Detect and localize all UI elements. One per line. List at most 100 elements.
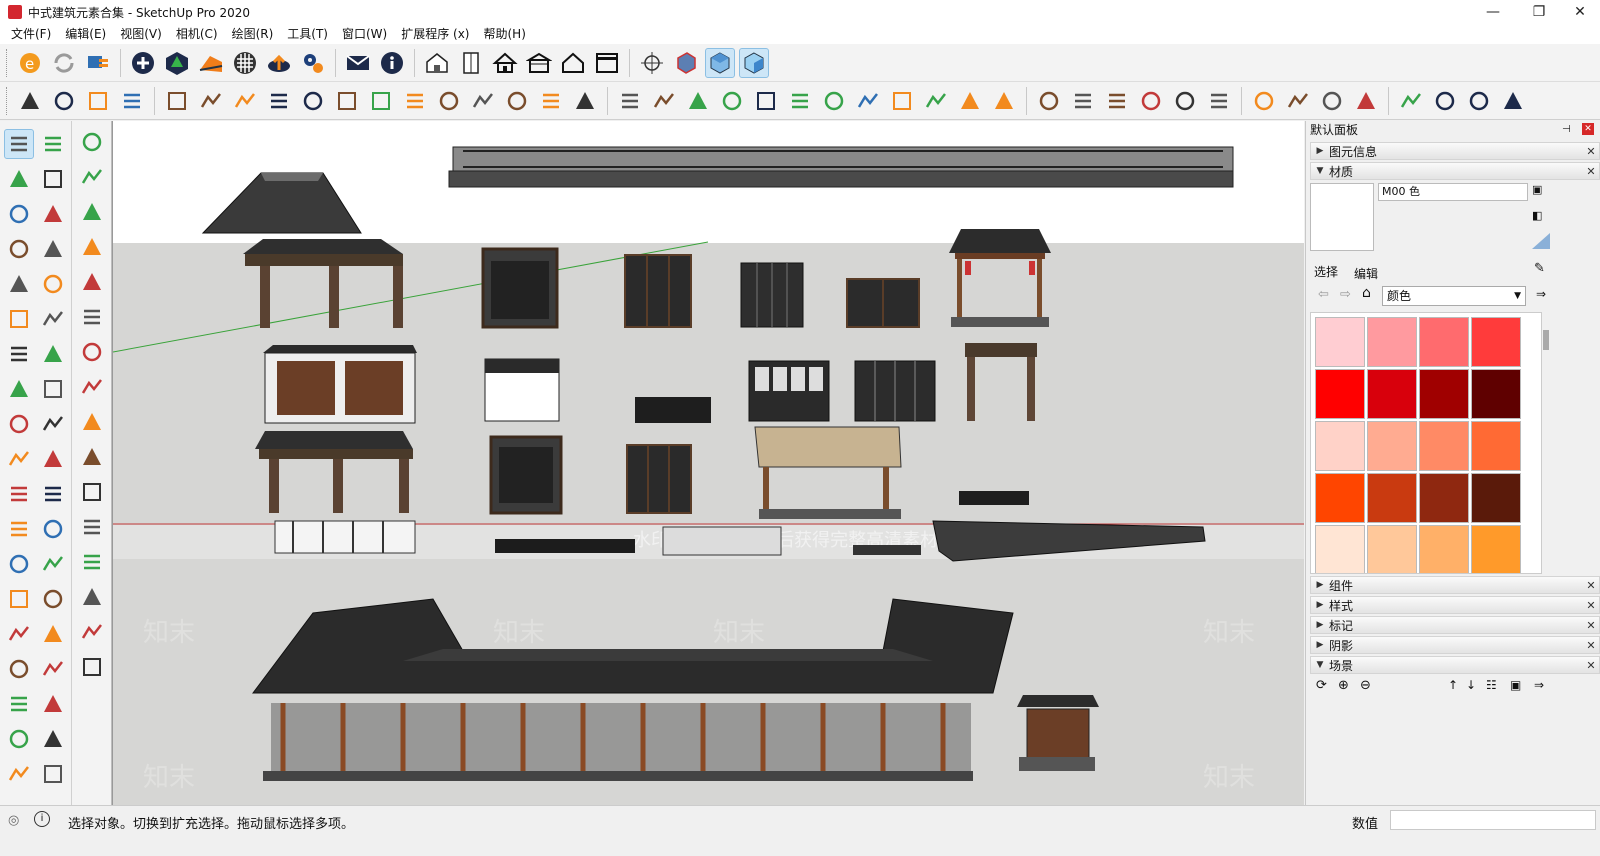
panel-close-icon[interactable]: ✕ [1583, 619, 1599, 632]
truss-icon[interactable] [163, 86, 191, 116]
comb-icon[interactable] [786, 86, 814, 116]
grid-table-icon[interactable] [1103, 86, 1131, 116]
arc2-icon[interactable] [38, 304, 68, 334]
model-door-panels-2[interactable] [626, 444, 692, 514]
panel-row[interactable]: ▶ 组件 ✕ [1310, 576, 1600, 594]
eyedropper-icon[interactable]: ✎ [1534, 261, 1545, 276]
menu-extensions[interactable]: 扩展程序 (x) [394, 24, 476, 44]
color-swatch[interactable] [1367, 317, 1417, 367]
panel-close-icon[interactable]: ✕ [1583, 639, 1599, 652]
settings-gears-icon[interactable] [298, 48, 328, 78]
dot-grid-icon[interactable] [888, 86, 916, 116]
geo-location-icon[interactable]: ◎ [8, 813, 19, 828]
tab-select[interactable]: 选择 [1314, 263, 1338, 280]
rectangle-icon[interactable] [4, 234, 34, 264]
env-glyph-icon[interactable] [1171, 86, 1199, 116]
color-swatch[interactable] [1419, 473, 1469, 523]
paint-fill-icon[interactable] [77, 232, 107, 262]
toolbar-grip[interactable] [6, 48, 9, 77]
slab-icon[interactable] [401, 86, 429, 116]
tray-close-icon[interactable]: ✕ [1582, 123, 1594, 135]
model-window-panels[interactable] [846, 278, 920, 328]
thumbnail-icon[interactable]: ▣ [1510, 678, 1521, 692]
menu-help[interactable]: 帮助(H) [476, 24, 532, 44]
move-up-icon[interactable]: ↑ [1448, 678, 1458, 692]
dimension-bracket-icon[interactable] [77, 162, 107, 192]
select-arrow-icon[interactable] [4, 129, 34, 159]
rotate-arrow-icon[interactable] [333, 86, 361, 116]
maximize-button[interactable]: ❐ [1516, 0, 1562, 24]
color-swatch[interactable] [1367, 525, 1417, 573]
book-icon[interactable] [922, 86, 950, 116]
layer-stack-icon[interactable] [571, 86, 599, 116]
texture-checker-icon[interactable] [230, 48, 260, 78]
ramp-icon[interactable] [84, 86, 112, 116]
network-icon[interactable] [1431, 86, 1459, 116]
bar-steps-icon[interactable] [118, 86, 146, 116]
swatch-scrollbar[interactable] [1542, 312, 1550, 574]
remove-scene-icon[interactable]: ⊖ [1360, 678, 1371, 693]
paint-bucket-icon[interactable] [4, 164, 34, 194]
flat-plane-icon[interactable] [469, 86, 497, 116]
door-icon[interactable] [456, 48, 486, 78]
palette-icon[interactable] [77, 617, 107, 647]
freehand-icon[interactable] [38, 199, 68, 229]
create-material-icon[interactable]: ▣ [1532, 183, 1548, 199]
collection-select[interactable]: 颜色 ▼ [1382, 286, 1526, 306]
roof-box-icon[interactable] [524, 48, 554, 78]
fit-frame-icon[interactable] [1397, 86, 1425, 116]
info-icon[interactable]: i [34, 811, 50, 827]
color-swatch[interactable] [1419, 369, 1469, 419]
tab-edit[interactable]: 编辑 [1354, 265, 1378, 282]
panel-row[interactable]: ▶ 标记 ✕ [1310, 616, 1600, 634]
compass-icon[interactable] [956, 86, 984, 116]
menu-file[interactable]: 文件(F) [4, 24, 58, 44]
frame-x-icon[interactable] [77, 512, 107, 542]
email-icon[interactable] [343, 48, 373, 78]
refresh-check-icon[interactable] [1465, 86, 1493, 116]
rotate-icon[interactable] [4, 409, 34, 439]
ruby-icon[interactable] [4, 759, 34, 789]
model-bench[interactable] [635, 397, 711, 423]
iso-view-icon[interactable] [705, 47, 735, 78]
color-swatch[interactable] [1367, 421, 1417, 471]
move-down-icon[interactable]: ↓ [1466, 678, 1476, 692]
arch-icon[interactable] [299, 86, 327, 116]
color-swatch[interactable] [1419, 317, 1469, 367]
send-to-layout-icon[interactable] [83, 48, 113, 78]
curve-icon[interactable] [435, 86, 463, 116]
menu-window[interactable]: 窗口(W) [335, 24, 394, 44]
ruby2-icon[interactable] [38, 759, 68, 789]
view-options-icon[interactable]: ☷ [1486, 678, 1497, 692]
minimize-button[interactable]: — [1470, 0, 1516, 24]
eraser-icon[interactable] [38, 164, 68, 194]
home-icon[interactable]: ⌂ [1362, 285, 1371, 301]
panel-row[interactable]: ▶ 样式 ✕ [1310, 596, 1600, 614]
eraser-outline-icon[interactable] [38, 129, 68, 159]
model-white-box[interactable] [484, 358, 560, 422]
pen-cut-icon[interactable] [752, 86, 780, 116]
scene-canvas[interactable]: 知末 知末 知末 知末 知末 知末 水印保护区 · 购买后获得完整高清素材文件 [113, 121, 1304, 805]
refresh-icon[interactable]: ⟳ [1316, 678, 1327, 693]
add-location-icon[interactable] [128, 48, 158, 78]
cube-cut-icon[interactable] [537, 86, 565, 116]
color-swatch[interactable] [1471, 421, 1521, 471]
pan-hand-icon[interactable] [38, 584, 68, 614]
panel-close-icon[interactable]: ✕ [1583, 165, 1599, 178]
model-wall-panels[interactable] [263, 345, 417, 424]
push-pull-icon[interactable] [38, 374, 68, 404]
import-arrow-icon[interactable] [77, 547, 107, 577]
column-icon[interactable] [50, 86, 78, 116]
dots-row-icon[interactable] [650, 86, 678, 116]
pillars-icon[interactable] [820, 86, 848, 116]
color-swatch[interactable] [1315, 421, 1365, 471]
3d-warehouse-tree-icon[interactable] [162, 48, 192, 78]
tape-measure-icon[interactable] [4, 479, 34, 509]
cloud-link-icon[interactable] [1250, 86, 1278, 116]
move-icon[interactable] [4, 374, 34, 404]
color-swatch[interactable] [1419, 525, 1469, 573]
model-screen-cabinet-2[interactable] [489, 435, 563, 515]
stack-plane-icon[interactable] [503, 86, 531, 116]
cloud-sync-icon[interactable] [1352, 86, 1380, 116]
reload-icon[interactable] [49, 48, 79, 78]
